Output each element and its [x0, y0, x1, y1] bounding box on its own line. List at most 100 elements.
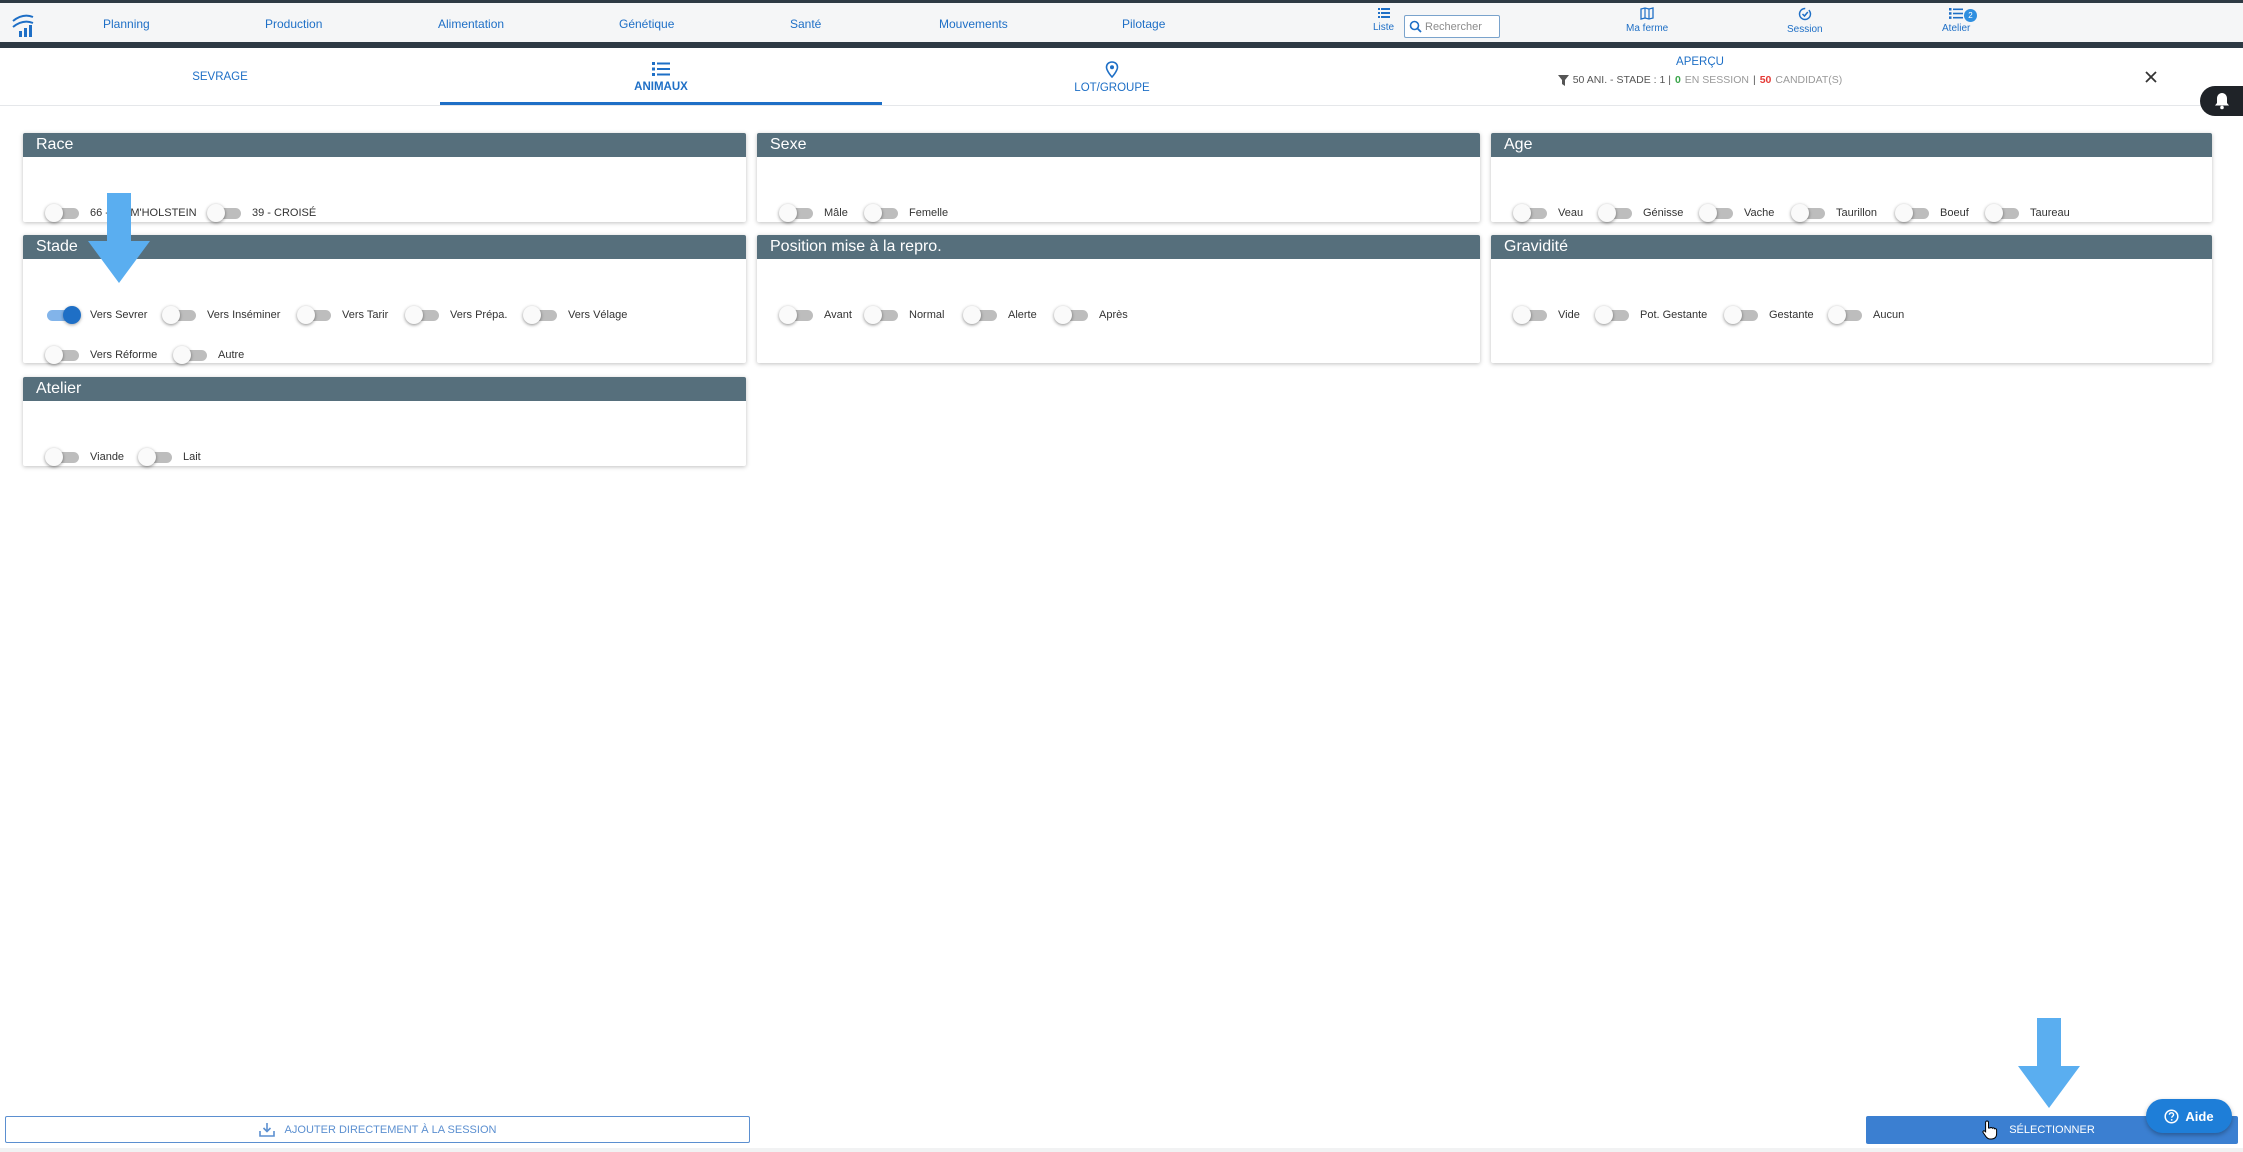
filter-icon [1557, 74, 1569, 86]
toggle-atelier-viande[interactable]: Viande [45, 447, 124, 467]
tab-sevrage[interactable]: SEVRAGE [150, 48, 290, 106]
toggle-stade-vers-velage[interactable]: Vers Vélage [523, 305, 627, 325]
toggle-switch[interactable] [1513, 305, 1549, 325]
toggle-label: Après [1099, 309, 1128, 321]
toggle-stade-vers-reforme[interactable]: Vers Réforme [45, 345, 157, 365]
location-pin-icon [1105, 60, 1119, 78]
atelier-count-badge: 2 [1964, 9, 1977, 22]
map-icon [1640, 7, 1654, 20]
liste-label: Liste [1373, 22, 1395, 33]
toggle-switch[interactable] [45, 305, 81, 325]
animals-list-icon [652, 62, 670, 76]
toggle-switch[interactable] [523, 305, 559, 325]
add-to-session-button[interactable]: AJOUTER DIRECTEMENT À LA SESSION [5, 1116, 750, 1143]
toggle-switch[interactable] [1828, 305, 1864, 325]
toggle-age-taureau[interactable]: Taureau [1985, 203, 2070, 223]
toggle-switch[interactable] [1724, 305, 1760, 325]
nav-genetique[interactable]: Génétique [619, 17, 674, 31]
toggle-stade-autre[interactable]: Autre [173, 345, 244, 365]
search-input[interactable] [1425, 20, 1495, 33]
toggle-switch[interactable] [1985, 203, 2021, 223]
notifications-button[interactable] [2200, 86, 2243, 116]
toggle-switch[interactable] [1598, 203, 1634, 223]
nav-production[interactable]: Production [265, 17, 322, 31]
nav-mouvements[interactable]: Mouvements [939, 17, 1008, 31]
toggle-switch[interactable] [1791, 203, 1827, 223]
toggle-gravidite-pot-gestante[interactable]: Pot. Gestante [1595, 305, 1707, 325]
toggle-age-vache[interactable]: Vache [1699, 203, 1774, 223]
toggle-label: Aucun [1873, 309, 1905, 321]
liste-button[interactable]: Liste [1373, 7, 1394, 33]
toggle-atelier-lait[interactable]: Lait [138, 447, 201, 467]
toggle-label: Autre [218, 349, 245, 361]
session-button[interactable]: Session [1787, 7, 1823, 35]
candidats-count: 50 [1759, 74, 1772, 86]
ma-ferme-button[interactable]: Ma ferme [1626, 7, 1668, 34]
toggle-switch[interactable] [45, 345, 81, 365]
toggle-switch[interactable] [45, 447, 81, 467]
nav-planning[interactable]: Planning [103, 17, 150, 31]
toggle-switch[interactable] [1054, 305, 1090, 325]
ma-ferme-label: Ma ferme [1626, 23, 1669, 34]
toggle-position-apres[interactable]: Après [1054, 305, 1128, 325]
toggle-gravidite-aucun[interactable]: Aucun [1828, 305, 1904, 325]
toggle-stade-vers-inseminer[interactable]: Vers Inséminer [162, 305, 280, 325]
annotation-arrow-down-icon [88, 193, 150, 283]
card-position-title: Position mise à la repro. [757, 235, 1480, 259]
bottom-border [0, 1148, 2243, 1152]
toggle-age-veau[interactable]: Veau [1513, 203, 1583, 223]
toggle-switch[interactable] [297, 305, 333, 325]
toggle-gravidite-gestante[interactable]: Gestante [1724, 305, 1814, 325]
toggle-sexe-femelle[interactable]: Femelle [864, 203, 948, 223]
toggle-label: Veau [1558, 207, 1584, 219]
toggle-race-39[interactable]: 39 - CROISÉ [207, 203, 316, 223]
toggle-switch[interactable] [45, 203, 81, 223]
nav-sante[interactable]: Santé [790, 17, 821, 31]
toggle-switch[interactable] [207, 203, 243, 223]
toggle-switch[interactable] [1895, 203, 1931, 223]
toggle-switch[interactable] [173, 345, 209, 365]
nav-pilotage[interactable]: Pilotage [1122, 17, 1165, 31]
toggle-switch[interactable] [864, 305, 900, 325]
toggle-switch[interactable] [162, 305, 198, 325]
card-sexe-title: Sexe [757, 133, 1480, 157]
toggle-stade-vers-sevrer[interactable]: Vers Sevrer [45, 305, 147, 325]
close-icon[interactable] [2140, 66, 2162, 88]
card-gravidite-title: Gravidité [1491, 235, 2212, 259]
toggle-switch[interactable] [1699, 203, 1735, 223]
toggle-label: Boeuf [1940, 207, 1969, 219]
toggle-stade-vers-tarir[interactable]: Vers Tarir [297, 305, 388, 325]
toggle-label: Vide [1558, 309, 1580, 321]
toggle-label: Viande [90, 451, 125, 463]
apercu-summary[interactable]: APERÇU 50 ANI. - STADE : 1 | 0 EN SESSIO… [1520, 56, 1880, 86]
toggle-switch[interactable] [864, 203, 900, 223]
toggle-switch[interactable] [779, 203, 815, 223]
toggle-age-genisse[interactable]: Génisse [1598, 203, 1683, 223]
toggle-label: Femelle [909, 207, 949, 219]
toggle-position-normal[interactable]: Normal [864, 305, 944, 325]
in-session-count: 0 [1674, 74, 1681, 86]
toggle-switch[interactable] [963, 305, 999, 325]
toggle-label: Vers Prépa. [450, 309, 508, 321]
tab-animaux[interactable]: ANIMAUX [440, 48, 882, 106]
toggle-switch[interactable] [779, 305, 815, 325]
app-logo-icon[interactable] [10, 11, 36, 39]
search-field[interactable] [1404, 15, 1500, 38]
toggle-age-boeuf[interactable]: Boeuf [1895, 203, 1969, 223]
toggle-switch[interactable] [405, 305, 441, 325]
tab-animaux-label: ANIMAUX [634, 81, 688, 93]
help-button[interactable]: Aide [2146, 1099, 2232, 1133]
toggle-label: Génisse [1643, 207, 1684, 219]
toggle-switch[interactable] [1513, 203, 1549, 223]
toggle-switch[interactable] [1595, 305, 1631, 325]
toggle-switch[interactable] [138, 447, 174, 467]
toggle-age-taurillon[interactable]: Taurillon [1791, 203, 1877, 223]
bell-icon [2214, 93, 2229, 110]
toggle-stade-vers-prepa[interactable]: Vers Prépa. [405, 305, 507, 325]
nav-alimentation[interactable]: Alimentation [438, 17, 504, 31]
toggle-position-avant[interactable]: Avant [779, 305, 852, 325]
toggle-sexe-male[interactable]: Mâle [779, 203, 848, 223]
toggle-gravidite-vide[interactable]: Vide [1513, 305, 1580, 325]
tab-lot-groupe[interactable]: LOT/GROUPE [1012, 48, 1212, 106]
toggle-position-alerte[interactable]: Alerte [963, 305, 1037, 325]
